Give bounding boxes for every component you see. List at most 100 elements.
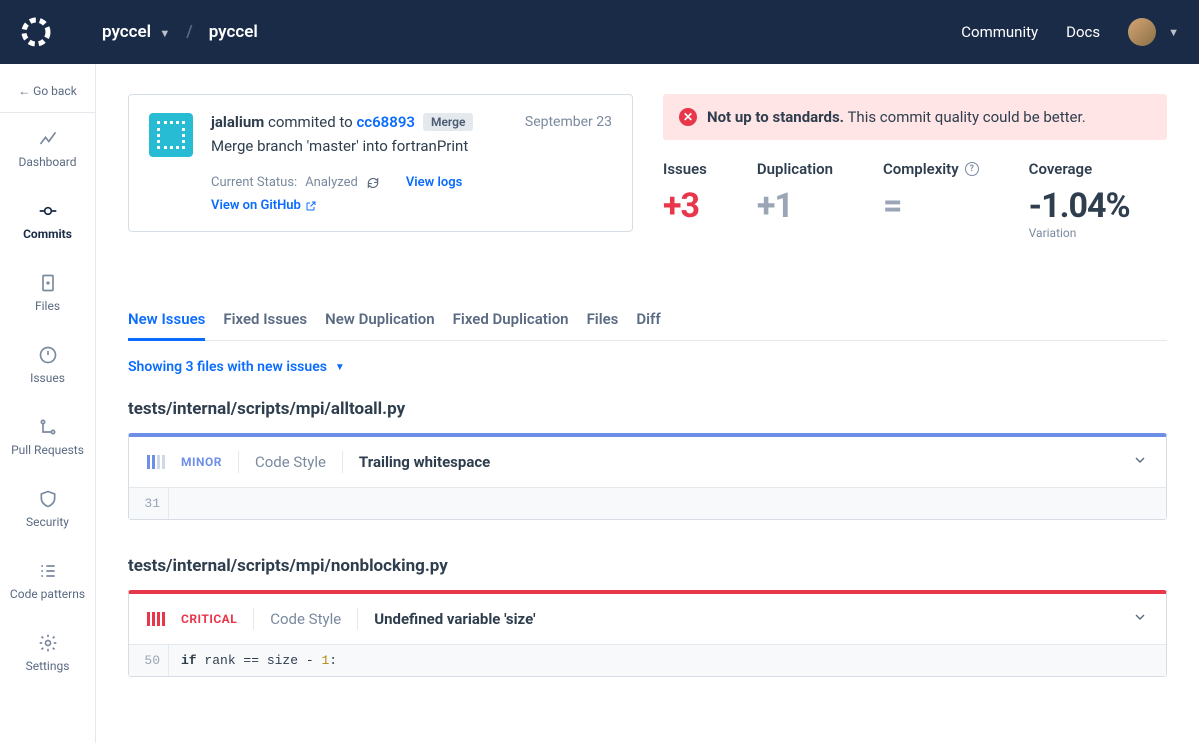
chevron-down-icon: ▼ [335,362,345,373]
metric-issues: Issues +3 [663,160,707,240]
pr-icon [38,417,58,437]
list-icon [38,561,58,581]
tab-fixed-issues[interactable]: Fixed Issues [223,300,307,340]
alert-title: Not up to standards. [707,108,844,126]
issue-category: Code Style [270,610,341,628]
metric-label: Issues [663,160,707,178]
file-path: tests/internal/scripts/mpi/nonblocking.p… [128,556,1167,576]
severity-label: MINOR [181,455,222,469]
tab-files[interactable]: Files [587,300,619,340]
breadcrumb-separator: / [186,22,192,42]
community-link[interactable]: Community [961,23,1038,41]
sidebar-item-commits[interactable]: Commits [0,185,95,257]
commit-hash-link[interactable]: cc68893 [356,113,415,131]
separator [342,451,343,473]
docs-link[interactable]: Docs [1066,23,1100,41]
chevron-down-icon: ▼ [159,27,170,40]
sidebar-item-label: Settings [4,659,91,673]
issue-card: CRITICAL Code Style Undefined variable '… [128,590,1167,677]
issue-description: Trailing whitespace [359,453,490,471]
status-value: Analyzed [305,175,358,190]
sidebar: ← Go back Dashboard Commits Files Issues… [0,64,96,743]
metric-duplication: Duplication +1 [757,160,833,240]
tab-new-issues[interactable]: New Issues [128,300,205,341]
separator [357,608,358,630]
commit-author: jalalium [211,113,264,131]
commit-tabs: New Issues Fixed Issues New Duplication … [128,300,1167,341]
files-filter-dropdown[interactable]: Showing 3 files with new issues ▼ [128,359,1167,375]
merge-badge: Merge [423,113,473,131]
separator [253,608,254,630]
line-number: 50 [129,645,169,676]
chevron-down-icon [1132,452,1148,468]
issue-description: Undefined variable 'size' [374,610,535,628]
severity-label: CRITICAL [181,612,237,626]
tab-new-duplication[interactable]: New Duplication [325,300,435,340]
commit-author-avatar [149,113,193,157]
committed-to-text: commited to [268,113,353,131]
org-dropdown[interactable]: pyccel ▼ [102,22,170,42]
metric-label: Complexity ? [883,160,979,178]
help-icon[interactable]: ? [965,162,979,176]
app-logo [20,16,52,48]
chevron-down-icon [1132,609,1148,625]
metric-label: Coverage [1029,160,1130,178]
shield-icon [38,489,58,509]
header-right: Community Docs ▼ [961,18,1179,46]
sidebar-item-label: Code patterns [4,587,91,601]
sidebar-item-label: Security [4,515,91,529]
sidebar-item-patterns[interactable]: Code patterns [0,545,95,617]
sidebar-item-files[interactable]: Files [0,257,95,329]
sidebar-item-dashboard[interactable]: Dashboard [0,113,95,185]
sidebar-item-security[interactable]: Security [0,473,95,545]
chevron-down-icon: ▼ [1168,26,1179,39]
metric-sublabel: Variation [1029,226,1130,240]
view-logs-link[interactable]: View logs [406,175,462,190]
global-header: pyccel ▼ / pyccel Community Docs ▼ [0,0,1199,64]
tab-diff[interactable]: Diff [636,300,660,340]
commit-date: September 23 [525,114,612,130]
line-number: 31 [129,488,169,519]
sidebar-item-label: Files [4,299,91,313]
expand-toggle[interactable] [1132,452,1148,472]
user-menu[interactable]: ▼ [1128,18,1179,46]
code-snippet: 50 if rank == size - 1: [129,644,1166,676]
metric-coverage: Coverage -1.04% Variation [1029,160,1130,240]
metric-value: +1 [757,186,833,226]
external-link-icon [305,200,317,212]
file-path: tests/internal/scripts/mpi/alltoall.py [128,399,1167,419]
tab-fixed-duplication[interactable]: Fixed Duplication [453,300,569,340]
error-icon: ✕ [679,108,697,126]
metric-value: = [883,186,979,226]
sidebar-item-label: Pull Requests [4,443,91,457]
alert-body: This commit quality could be better. [847,108,1085,126]
commit-icon [38,201,58,221]
metric-value: -1.04% [1029,186,1130,226]
issue-category: Code Style [255,453,326,471]
code-snippet: 31 [129,487,1166,519]
breadcrumb: pyccel ▼ / pyccel [102,22,258,42]
file-icon [38,273,58,293]
sidebar-item-settings[interactable]: Settings [0,617,95,689]
separator [238,451,239,473]
go-back-link[interactable]: ← Go back [0,74,95,113]
chart-icon [38,129,58,149]
main-content: jalalium commited to cc68893 Merge Septe… [96,64,1199,743]
gear-icon [38,633,58,653]
sidebar-item-prs[interactable]: Pull Requests [0,401,95,473]
metric-label: Duplication [757,160,833,178]
code-content: if rank == size - 1: [169,645,349,676]
sidebar-item-label: Dashboard [4,155,91,169]
commit-summary-card: jalalium commited to cc68893 Merge Septe… [128,94,633,232]
status-label: Current Status: [211,175,297,190]
view-github-link[interactable]: View on GitHub [211,198,317,213]
code-content [169,488,193,519]
sidebar-item-issues[interactable]: Issues [0,329,95,401]
expand-toggle[interactable] [1132,609,1148,629]
issue-card: MINOR Code Style Trailing whitespace 31 [128,433,1167,520]
severity-icon [147,612,165,626]
refresh-icon[interactable] [366,176,380,190]
quality-alert-banner: ✕ Not up to standards. This commit quali… [663,94,1167,140]
repo-name[interactable]: pyccel [209,22,258,42]
issues-icon [38,345,58,365]
